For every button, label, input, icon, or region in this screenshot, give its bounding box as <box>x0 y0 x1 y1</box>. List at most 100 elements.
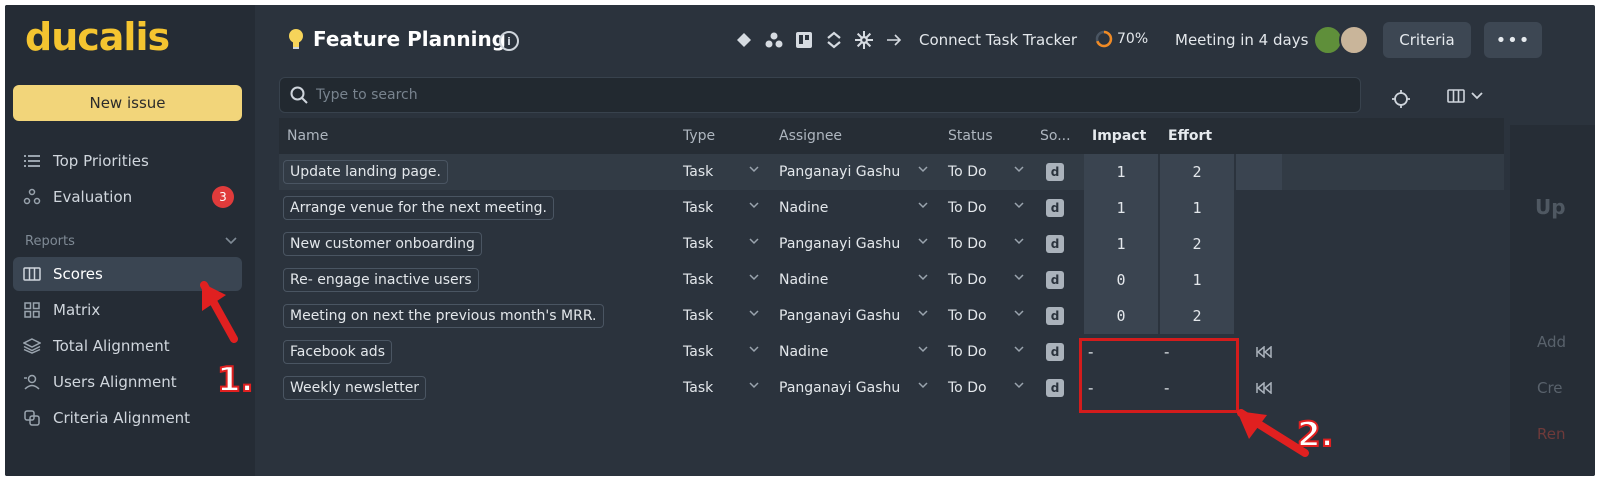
assignee-select[interactable]: Nadine <box>771 262 936 298</box>
table-row[interactable]: Facebook ads Task Nadine To Do d - - <box>279 334 1504 370</box>
effort-score[interactable]: 1 <box>1160 190 1236 226</box>
column-header-type[interactable]: Type <box>675 118 767 154</box>
column-header-name[interactable]: Name <box>279 118 671 154</box>
more-options-button[interactable]: ••• <box>1484 22 1542 58</box>
issue-name[interactable]: Arrange venue for the next meeting. <box>283 196 554 220</box>
assignee-select[interactable]: Panganayi Gashu <box>771 154 936 190</box>
issue-name[interactable]: Re- engage inactive users <box>283 268 479 292</box>
chevron-down-icon <box>1014 382 1024 389</box>
avatar-group[interactable] <box>1313 25 1371 57</box>
meeting-countdown[interactable]: Meeting in 4 days <box>1175 31 1308 49</box>
status-select[interactable]: To Do <box>940 190 1032 226</box>
type-select[interactable]: Task <box>675 334 767 370</box>
effort-score[interactable]: 2 <box>1160 226 1236 262</box>
status-select[interactable]: To Do <box>940 334 1032 370</box>
ducalis-source-icon[interactable]: d <box>1046 343 1064 361</box>
status-select[interactable]: To Do <box>940 154 1032 190</box>
info-icon[interactable]: i <box>499 31 519 51</box>
ducalis-source-icon[interactable]: d <box>1046 235 1064 253</box>
impact-score[interactable]: 0 <box>1084 262 1160 298</box>
jira-icon[interactable] <box>735 29 753 51</box>
assignee-select[interactable]: Panganayi Gashu <box>771 370 936 406</box>
effort-score[interactable]: 1 <box>1160 262 1236 298</box>
type-select[interactable]: Task <box>675 262 767 298</box>
type-select[interactable]: Task <box>675 370 767 406</box>
new-issue-button[interactable]: New issue <box>13 85 242 121</box>
assignee-select[interactable]: Panganayi Gashu <box>771 298 936 334</box>
table-row[interactable]: New customer onboarding Task Panganayi G… <box>279 226 1504 262</box>
status-select[interactable]: To Do <box>940 262 1032 298</box>
table-row[interactable]: Update landing page. Task Panganayi Gash… <box>279 154 1504 190</box>
table-row[interactable]: Meeting on next the previous month's MRR… <box>279 298 1504 334</box>
status-select[interactable]: To Do <box>940 298 1032 334</box>
panel-title-fragment: Up <box>1535 195 1566 219</box>
status-value: To Do <box>948 236 987 252</box>
column-header-impact[interactable]: Impact <box>1084 118 1160 154</box>
type-select[interactable]: Task <box>675 154 767 190</box>
column-header-source[interactable]: So... <box>1036 118 1080 154</box>
status-select[interactable]: To Do <box>940 226 1032 262</box>
sidebar-item-evaluation[interactable]: Evaluation 3 <box>13 180 242 214</box>
assignee-select[interactable]: Nadine <box>771 334 936 370</box>
impact-score[interactable]: 0 <box>1084 298 1160 334</box>
type-select[interactable]: Task <box>675 190 767 226</box>
trello-icon[interactable] <box>795 29 813 51</box>
sync-icon[interactable] <box>825 29 843 51</box>
ducalis-source-icon[interactable]: d <box>1046 271 1064 289</box>
issue-name[interactable]: Weekly newsletter <box>283 376 427 400</box>
name-cell[interactable]: Arrange venue for the next meeting. <box>279 190 671 226</box>
reports-section-label: Reports <box>25 234 75 249</box>
column-header-status[interactable]: Status <box>940 118 1032 154</box>
name-cell[interactable]: Weekly newsletter <box>279 370 671 406</box>
column-header-effort[interactable]: Effort <box>1160 118 1236 154</box>
type-select[interactable]: Task <box>675 226 767 262</box>
name-cell[interactable]: Meeting on next the previous month's MRR… <box>279 298 671 334</box>
issue-name[interactable]: New customer onboarding <box>283 232 482 256</box>
panel-text-fragment: Add <box>1537 333 1567 351</box>
assignee-select[interactable]: Nadine <box>771 190 936 226</box>
header: Feature Planning i Connect Task Tracker <box>255 5 1595 75</box>
criteria-button[interactable]: Criteria <box>1383 22 1471 58</box>
rewind-icon[interactable] <box>1249 370 1279 406</box>
crosshair-icon[interactable] <box>1391 89 1411 109</box>
chevron-down-icon <box>749 274 759 281</box>
chevron-down-icon[interactable] <box>225 234 237 248</box>
name-cell[interactable]: New customer onboarding <box>279 226 671 262</box>
column-settings-button[interactable] <box>1447 89 1483 103</box>
connect-task-tracker-link[interactable]: Connect Task Tracker <box>919 31 1077 49</box>
issue-name[interactable]: Meeting on next the previous month's MRR… <box>283 304 604 328</box>
rewind-icon[interactable] <box>1249 334 1279 370</box>
ducalis-source-icon[interactable]: d <box>1046 379 1064 397</box>
search-input[interactable] <box>316 87 1216 103</box>
table-row[interactable]: Re- engage inactive users Task Nadine To… <box>279 262 1504 298</box>
name-cell[interactable]: Facebook ads <box>279 334 671 370</box>
sidebar-item-top-priorities[interactable]: Top Priorities <box>13 144 242 178</box>
columns-icon <box>23 265 41 283</box>
settings-icon[interactable] <box>855 29 873 51</box>
impact-score[interactable]: 1 <box>1084 190 1160 226</box>
chevron-down-icon <box>1014 274 1024 281</box>
name-cell[interactable]: Re- engage inactive users <box>279 262 671 298</box>
effort-score[interactable]: 2 <box>1160 298 1236 334</box>
ducalis-source-icon[interactable]: d <box>1046 199 1064 217</box>
integration-icons <box>735 29 903 51</box>
issue-name[interactable]: Facebook ads <box>283 340 392 364</box>
assignee-select[interactable]: Panganayi Gashu <box>771 226 936 262</box>
impact-score[interactable]: 1 <box>1084 154 1160 190</box>
asana-icon[interactable] <box>765 29 783 51</box>
issue-name[interactable]: Update landing page. <box>283 160 448 184</box>
impact-score[interactable]: 1 <box>1084 226 1160 262</box>
name-cell[interactable]: Update landing page. <box>279 154 671 190</box>
status-select[interactable]: To Do <box>940 370 1032 406</box>
sidebar-item-users-alignment[interactable]: Users Alignment <box>13 365 242 399</box>
sidebar-item-criteria-alignment[interactable]: Criteria Alignment <box>13 401 242 435</box>
type-select[interactable]: Task <box>675 298 767 334</box>
table-row[interactable]: Weekly newsletter Task Panganayi Gashu T… <box>279 370 1504 406</box>
table-row[interactable]: Arrange venue for the next meeting. Task… <box>279 190 1504 226</box>
effort-score[interactable]: 2 <box>1160 154 1236 190</box>
ducalis-source-icon[interactable]: d <box>1046 307 1064 325</box>
ducalis-source-icon[interactable]: d <box>1046 163 1064 181</box>
source-cell: d <box>1036 226 1080 262</box>
column-header-assignee[interactable]: Assignee <box>771 118 936 154</box>
chevron-down-icon <box>918 346 928 353</box>
